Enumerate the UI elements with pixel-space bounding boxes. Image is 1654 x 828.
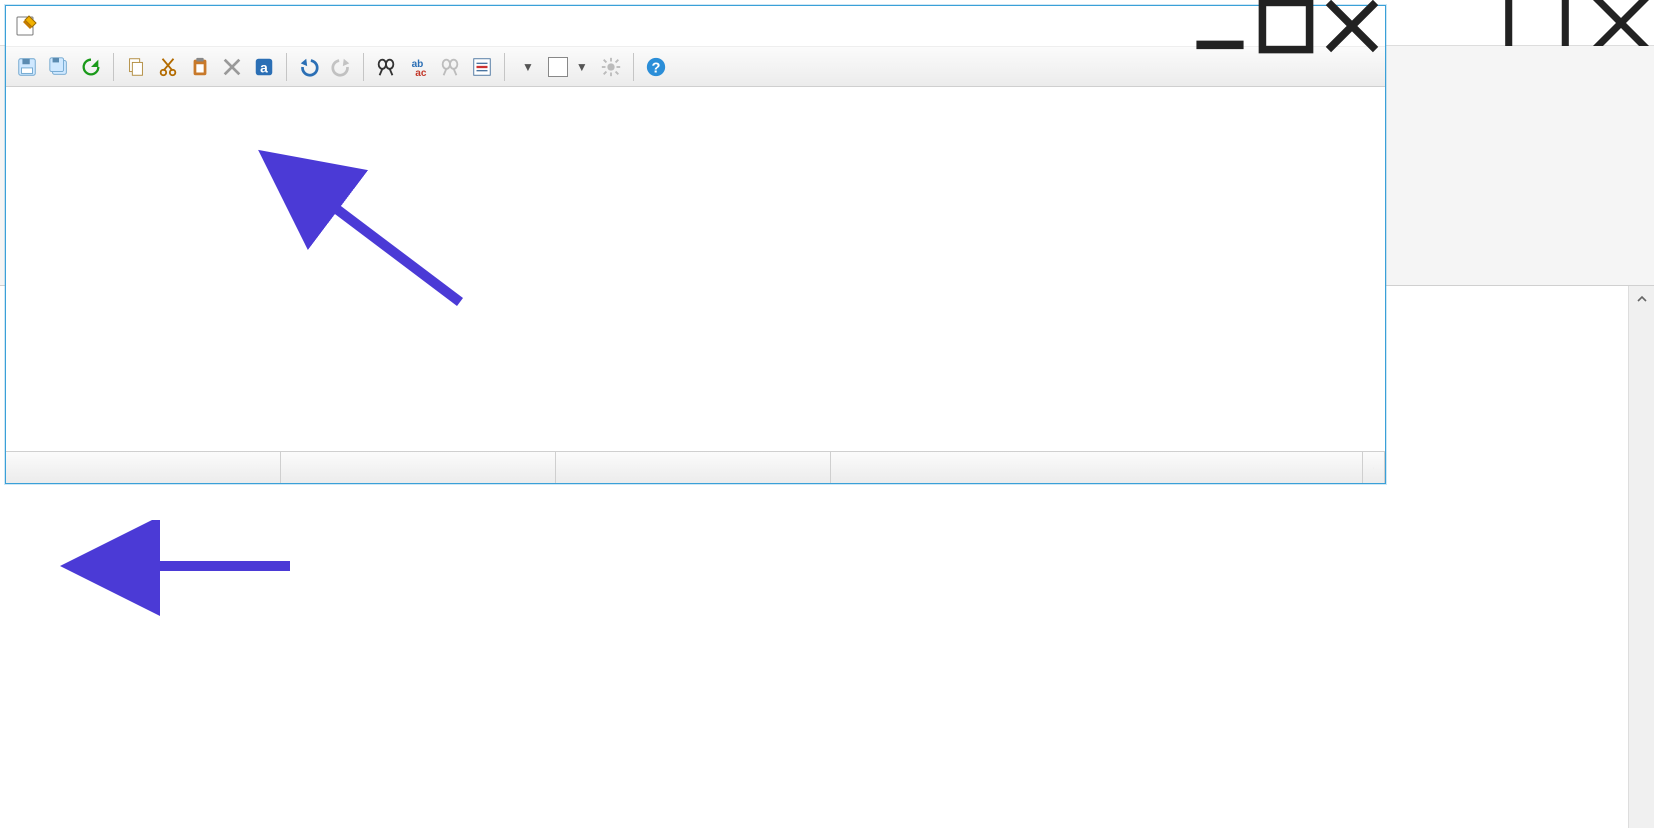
resize-grip-icon[interactable] (1363, 452, 1385, 483)
chevron-down-icon: ▼ (522, 60, 534, 74)
svg-text:ac: ac (415, 68, 427, 78)
editor-app-icon (14, 14, 38, 38)
chevron-down-icon: ▼ (576, 60, 588, 74)
find-button[interactable] (371, 52, 401, 82)
help-button[interactable]: ? (641, 52, 671, 82)
status-encoding (831, 452, 1363, 483)
editor-minimize-button[interactable] (1187, 6, 1253, 47)
toolbar-separator (633, 53, 634, 81)
svg-text:a: a (260, 60, 268, 75)
svg-text:?: ? (651, 60, 660, 76)
cut-button[interactable] (153, 52, 183, 82)
editor-close-button[interactable] (1319, 6, 1385, 47)
goto-line-button[interactable] (467, 52, 497, 82)
editor-statusbar (6, 451, 1385, 483)
redo-button[interactable] (326, 52, 356, 82)
editor-window: a abac ▼ ▼ (5, 5, 1386, 484)
paste-button[interactable] (185, 52, 215, 82)
preferences-button[interactable] (596, 52, 626, 82)
editor-toolbar: a abac ▼ ▼ (6, 47, 1385, 87)
delete-button[interactable] (217, 52, 247, 82)
editor-titlebar[interactable] (6, 6, 1385, 47)
undo-button[interactable] (294, 52, 324, 82)
status-character (556, 452, 831, 483)
status-column (281, 452, 556, 483)
parent-maximize-button[interactable] (1504, 0, 1570, 46)
replace-button[interactable]: abac (403, 52, 433, 82)
color-swatch-icon (548, 57, 568, 77)
select-all-button[interactable]: a (249, 52, 279, 82)
save-button[interactable] (12, 52, 42, 82)
find-next-button[interactable] (435, 52, 465, 82)
status-line (6, 452, 281, 483)
toolbar-separator (286, 53, 287, 81)
toolbar-separator (363, 53, 364, 81)
encoding-dropdown[interactable]: ▼ (512, 52, 540, 82)
reload-button[interactable] (76, 52, 106, 82)
save-all-button[interactable] (44, 52, 74, 82)
toolbar-separator (504, 53, 505, 81)
parent-scrollbar[interactable] (1628, 286, 1654, 828)
parent-close-button[interactable] (1588, 0, 1654, 46)
editor-text-area[interactable] (7, 88, 1384, 450)
copy-button[interactable] (121, 52, 151, 82)
toolbar-separator (113, 53, 114, 81)
color-dropdown[interactable]: ▼ (542, 52, 594, 82)
editor-maximize-button[interactable] (1253, 6, 1319, 47)
scroll-up-arrow-icon[interactable] (1629, 286, 1654, 312)
